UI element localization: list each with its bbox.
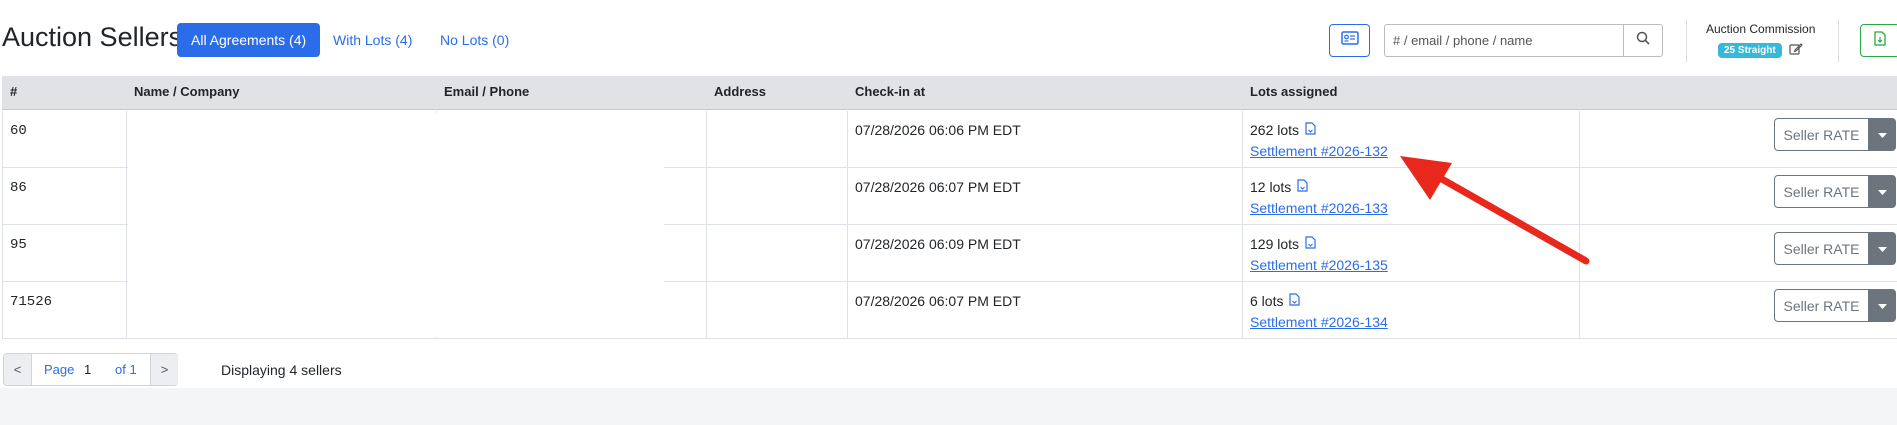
export-file-icon [1874,30,1886,51]
prev-page-button[interactable]: < [4,354,32,385]
column-header-name: Name / Company [134,84,240,99]
file-icon[interactable] [1305,236,1316,252]
caret-down-icon [1878,240,1887,258]
redacted-area [128,113,438,337]
settlement-link[interactable]: Settlement #2026-132 [1250,143,1388,159]
id-card-icon [1340,31,1359,50]
search-button[interactable] [1623,24,1663,57]
id-card-button[interactable] [1329,24,1370,57]
column-header-lots: Lots assigned [1250,84,1338,99]
lots-count: 129 lots [1250,236,1316,252]
commission-badge: 25 Straight [1718,43,1782,58]
column-header-email: Email / Phone [444,84,530,99]
divider [1686,20,1687,62]
column-header-checkin: Check-in at [855,84,926,99]
page-label: Page [44,362,75,377]
tab-with-lots[interactable]: With Lots (4) [319,23,426,57]
seller-number: 60 [10,123,27,139]
seller-number: 86 [10,180,27,196]
checkin-time: 07/28/2026 06:06 PM EDT [855,122,1021,138]
page-total: of 1 [115,362,137,377]
checkin-time: 07/28/2026 06:09 PM EDT [855,236,1021,252]
commission-label: Auction Commission [1706,22,1816,36]
seller-rate-button[interactable]: Seller RATE [1774,175,1869,208]
file-icon[interactable] [1305,122,1316,138]
page-title: Auction Sellers [2,22,183,52]
lots-count-text: 129 lots [1250,236,1300,252]
seller-number: 95 [10,237,27,253]
column-header-address: Address [714,84,767,99]
table-header: # Name / Company Email / Phone Address C… [2,76,1897,110]
export-button[interactable] [1860,24,1897,57]
divider [1838,20,1839,62]
seller-rate-button-group: Seller RATE [1774,232,1896,265]
seller-rate-button-group: Seller RATE [1774,118,1896,151]
search-input[interactable] [1384,24,1624,57]
search-icon [1636,31,1650,50]
redacted-area [438,113,664,337]
checkin-time: 07/28/2026 06:07 PM EDT [855,179,1021,195]
seller-rate-dropdown[interactable] [1869,175,1896,208]
next-page-button[interactable]: > [150,354,178,385]
tab-all-agreements[interactable]: All Agreements (4) [177,23,321,57]
caret-down-icon [1878,183,1887,201]
caret-down-icon [1878,297,1887,315]
seller-rate-dropdown[interactable] [1869,232,1896,265]
seller-rate-button-group: Seller RATE [1774,175,1896,208]
lots-count-text: 6 lots [1250,293,1284,309]
settlement-link[interactable]: Settlement #2026-134 [1250,314,1388,330]
lots-count: 6 lots [1250,293,1301,309]
lots-count-text: 12 lots [1250,179,1292,195]
lots-count: 262 lots [1250,122,1316,138]
page-number-input[interactable] [81,359,111,380]
page: Auction Sellers All Agreements (4) With … [0,0,1897,388]
pagination: < Page of 1 > [3,353,178,386]
file-icon[interactable] [1297,179,1308,195]
seller-rate-button-group: Seller RATE [1774,289,1896,322]
file-icon[interactable] [1289,293,1301,309]
lots-count: 12 lots [1250,179,1308,195]
seller-rate-dropdown[interactable] [1869,289,1896,322]
edit-icon[interactable] [1789,42,1803,61]
seller-rate-button[interactable]: Seller RATE [1774,289,1869,322]
settlement-link[interactable]: Settlement #2026-133 [1250,200,1388,216]
seller-rate-button[interactable]: Seller RATE [1774,232,1869,265]
checkin-time: 07/28/2026 06:07 PM EDT [855,293,1021,309]
tab-no-lots[interactable]: No Lots (0) [426,23,523,57]
seller-rate-dropdown[interactable] [1869,118,1896,151]
results-summary: Displaying 4 sellers [221,362,342,378]
seller-rate-button[interactable]: Seller RATE [1774,118,1869,151]
lots-count-text: 262 lots [1250,122,1300,138]
column-header-number: # [10,84,18,99]
seller-number: 71526 [10,294,53,310]
caret-down-icon [1878,126,1887,144]
settlement-link[interactable]: Settlement #2026-135 [1250,257,1388,273]
